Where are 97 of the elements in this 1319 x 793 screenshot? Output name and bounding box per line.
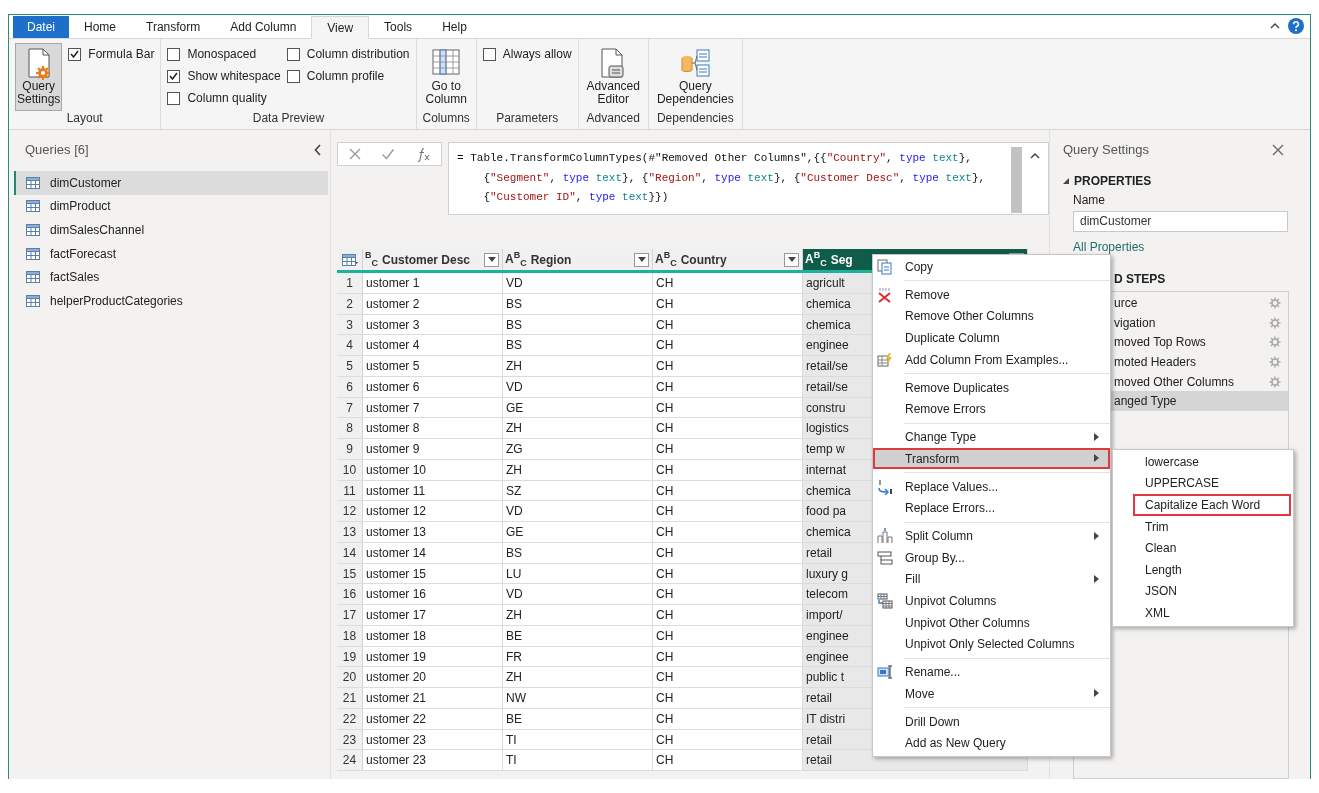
row-number: 12 xyxy=(337,501,363,521)
group-label: Columns xyxy=(422,111,470,127)
row-number: 10 xyxy=(337,459,363,480)
column-title: Region xyxy=(530,252,573,267)
table-cell: ustomer 10 xyxy=(363,459,503,480)
checkbox-label: Column distribution xyxy=(306,47,410,61)
table-cell: ZH xyxy=(503,418,653,438)
table-cell: BE xyxy=(503,708,653,729)
table-cell: ustomer 23 xyxy=(363,750,503,770)
row-number: 11 xyxy=(337,480,363,501)
table-cell: SZ xyxy=(503,480,653,501)
table-cell: ustomer 4 xyxy=(363,335,503,355)
table-cell: BE xyxy=(503,625,653,646)
group-label: Advanced xyxy=(585,111,641,127)
table-cell: ustomer 15 xyxy=(363,563,503,584)
table-cell: VD xyxy=(503,584,653,604)
table-cell: ustomer 12 xyxy=(363,501,503,521)
row-number: 3 xyxy=(337,314,363,335)
formula-line: = Table.TransformColumnTypes(#"Removed Other Columns",{{"Country", type text}, xyxy=(457,151,972,166)
table-cell: ustomer 7 xyxy=(363,397,503,418)
table-cell: ustomer 16 xyxy=(363,584,503,604)
table-cell: ZH xyxy=(503,356,653,376)
row-number: 13 xyxy=(337,522,363,542)
table-cell: NW xyxy=(503,688,653,708)
table-cell: ustomer 3 xyxy=(363,314,503,335)
checkbox-label: Monospaced xyxy=(187,47,257,61)
table-cell: VD xyxy=(503,501,653,521)
row-number: 8 xyxy=(337,418,363,438)
group-label: Parameters xyxy=(495,111,560,127)
checkbox-label: Column profile xyxy=(306,69,385,83)
table-cell: ustomer 22 xyxy=(363,708,503,729)
table-cell: VD xyxy=(503,376,653,397)
column-title: Customer Desc xyxy=(382,252,472,267)
table-cell: GE xyxy=(503,397,653,418)
row-number: 20 xyxy=(337,667,363,687)
table-cell: ZH xyxy=(503,667,653,687)
row-number: 21 xyxy=(337,688,363,708)
table-cell: ustomer 23 xyxy=(363,729,503,750)
table-cell: ZG xyxy=(503,439,653,459)
row-number: 15 xyxy=(337,563,363,584)
table-cell: LU xyxy=(503,563,653,584)
checkbox-label: Formula Bar xyxy=(88,47,155,61)
formula-line: {"Segment", type text}, {"Region", type text}, {"Customer Desc", type text}, xyxy=(482,170,986,186)
column-title: Seg xyxy=(830,252,854,267)
table-cell: BS xyxy=(503,314,653,335)
table-cell: TI xyxy=(503,729,653,750)
table-cell: GE xyxy=(503,522,653,542)
table-cell: ustomer 20 xyxy=(363,667,503,687)
group-label: Data Preview xyxy=(251,111,326,127)
checkbox-label: Always allow xyxy=(502,47,572,61)
row-number: 16 xyxy=(337,584,363,604)
section-heading: D STEPS xyxy=(1114,272,1167,286)
table-cell: ustomer 6 xyxy=(363,376,503,397)
pane-title: Queries [6] xyxy=(25,142,89,157)
table-cell: ustomer 14 xyxy=(363,542,503,563)
row-number: 14 xyxy=(337,542,363,563)
row-number: 1 xyxy=(337,273,363,293)
table-cell: ustomer 18 xyxy=(363,625,503,646)
table-cell: BS xyxy=(503,293,653,314)
row-number: 2 xyxy=(337,293,363,314)
row-number: 22 xyxy=(337,708,363,729)
table-cell: ustomer 13 xyxy=(363,522,503,542)
table-cell: ustomer 9 xyxy=(363,439,503,459)
column-title: Country xyxy=(680,252,728,267)
checkbox-label: Column quality xyxy=(187,91,267,105)
group-label: Layout xyxy=(65,111,104,127)
table-cell: TI xyxy=(503,750,653,770)
row-number: 19 xyxy=(337,646,363,667)
pane-title: Query Settings xyxy=(1063,142,1149,157)
table-cell: ZH xyxy=(503,459,653,480)
row-number: 7 xyxy=(337,397,363,418)
table-cell: ustomer 2 xyxy=(363,293,503,314)
field-label: Name xyxy=(1073,193,1106,209)
table-cell: ustomer 8 xyxy=(363,418,503,438)
table-cell: ZH xyxy=(503,605,653,625)
row-number: 23 xyxy=(337,729,363,750)
row-number: 4 xyxy=(337,335,363,355)
table-cell: FR xyxy=(503,646,653,667)
group-label: Dependencies xyxy=(655,111,735,127)
row-number: 17 xyxy=(337,605,363,625)
table-cell: VD xyxy=(503,273,653,293)
row-number: 18 xyxy=(337,625,363,646)
table-cell: ustomer 17 xyxy=(363,605,503,625)
table-cell: ustomer 11 xyxy=(363,480,503,501)
row-number: 5 xyxy=(337,356,363,376)
table-cell: ustomer 19 xyxy=(363,646,503,667)
section-heading: PROPERTIES xyxy=(1074,174,1152,188)
checkbox-label: Show whitespace xyxy=(187,69,281,83)
formula-line: {"Customer ID", type text}}) xyxy=(482,190,669,205)
table-cell: BS xyxy=(503,542,653,563)
table-cell: BS xyxy=(503,335,653,355)
table-cell: ustomer 5 xyxy=(363,356,503,376)
row-number: 6 xyxy=(337,376,363,397)
row-number: 24 xyxy=(337,750,363,770)
table-cell: ustomer 1 xyxy=(363,273,503,293)
row-number: 9 xyxy=(337,439,363,459)
table-cell: ustomer 21 xyxy=(363,688,503,708)
